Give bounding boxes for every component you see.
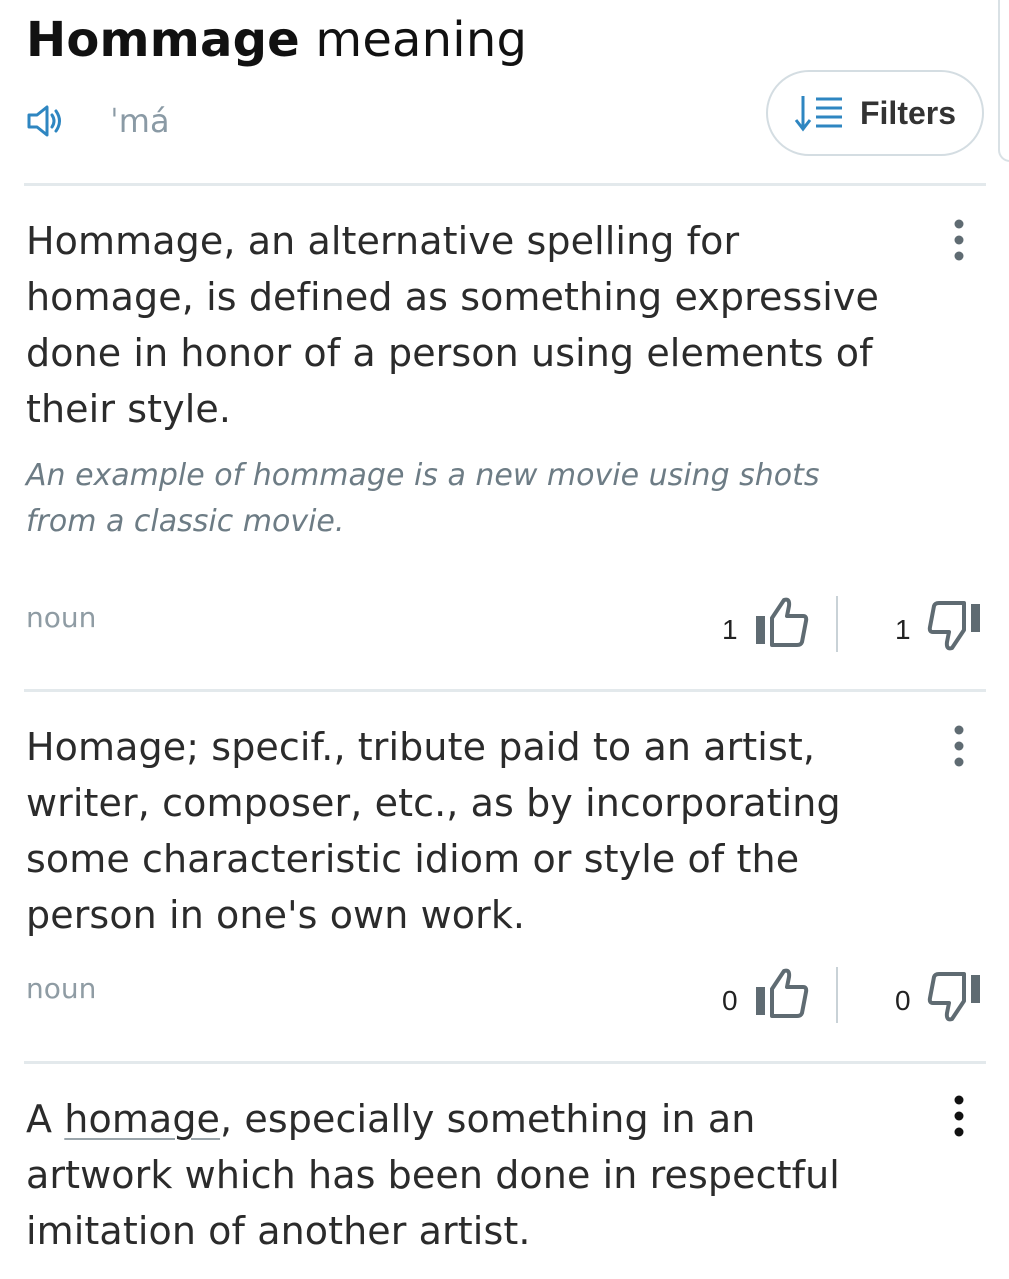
upvote-count: 1 <box>722 614 738 645</box>
speaker-icon[interactable] <box>26 104 68 138</box>
filters-label: Filters <box>859 94 957 131</box>
title-suffix: meaning <box>315 12 528 68</box>
thumbs-up-icon[interactable] <box>752 594 810 652</box>
upvote-count: 0 <box>722 985 738 1016</box>
more-vertical-icon[interactable] <box>944 724 974 774</box>
homage-link[interactable]: homage <box>64 1097 220 1141</box>
thumbs-down-icon[interactable] <box>926 969 984 1027</box>
vote-separator <box>836 596 838 652</box>
sort-filter-icon <box>794 93 844 133</box>
divider <box>24 183 986 186</box>
pronunciation-text: ˈmá <box>110 102 170 140</box>
definition-text: A homage, especially something in an art… <box>26 1091 906 1259</box>
part-of-speech: noun <box>26 601 97 634</box>
downvote-count: 0 <box>895 985 911 1016</box>
pronunciation-row: ˈmá <box>26 96 170 146</box>
vote-separator <box>836 967 838 1023</box>
thumbs-down-icon[interactable] <box>926 598 984 656</box>
definition-prefix: A <box>26 1097 65 1141</box>
more-vertical-icon[interactable] <box>944 1094 974 1144</box>
part-of-speech: noun <box>26 972 97 1005</box>
definition-text: Homage; specif., tribute paid to an arti… <box>26 725 841 937</box>
page-title: Hommage meaning <box>26 8 527 72</box>
filters-button[interactable]: Filters <box>766 70 984 156</box>
more-vertical-icon[interactable] <box>944 218 974 268</box>
thumbs-up-icon[interactable] <box>752 965 810 1023</box>
example-text: An example of hommage is a new movie usi… <box>26 458 820 539</box>
scroll-edge <box>998 0 1009 162</box>
downvote-count: 1 <box>895 614 911 645</box>
definition-text: Hommage, an alternative spelling for hom… <box>26 219 879 431</box>
divider <box>24 1061 986 1064</box>
title-word: Hommage <box>26 12 300 68</box>
divider <box>24 689 986 692</box>
